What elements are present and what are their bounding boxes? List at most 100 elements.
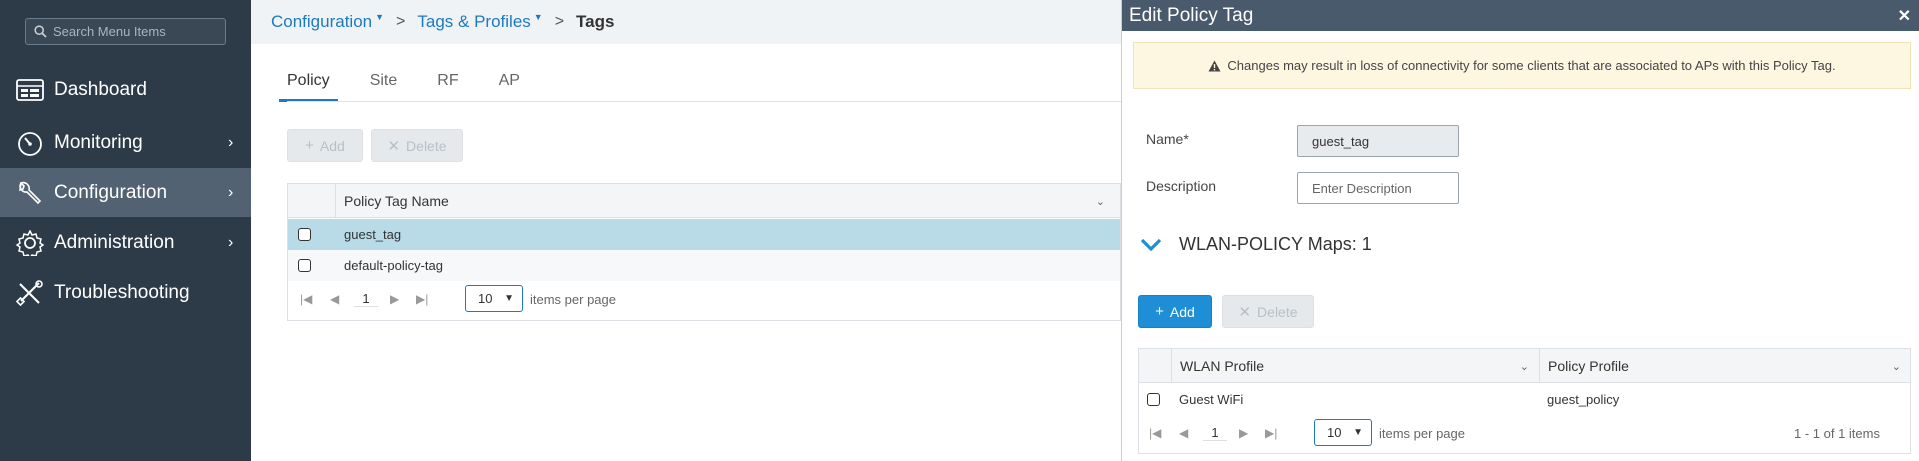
edit-policy-tag-panel: Edit Policy Tag ✕ Changes may result in … xyxy=(1121,0,1919,461)
page-size-select[interactable]: 10 ▼ xyxy=(465,285,523,312)
breadcrumb-configuration[interactable]: Configuration xyxy=(271,12,372,32)
chevron-right-icon: › xyxy=(228,133,234,151)
table-row[interactable]: guest_tag xyxy=(288,219,1120,250)
prev-page-icon[interactable]: ◀ xyxy=(1179,426,1188,440)
caret-down-icon[interactable]: ▼ xyxy=(375,12,384,22)
breadcrumb-separator: > xyxy=(396,13,406,30)
grid-pager: |◀ ◀ 1 ▶ ▶| 10 ▼ items per page xyxy=(288,281,1120,317)
gear-icon xyxy=(15,230,45,256)
add-button[interactable]: + Add xyxy=(287,129,363,162)
chevron-right-icon: › xyxy=(228,233,234,251)
items-per-page-label: items per page xyxy=(1379,425,1465,441)
name-label: Name* xyxy=(1146,131,1189,147)
sidebar-item-configuration[interactable]: Configuration › xyxy=(0,168,251,217)
tab-site[interactable]: Site xyxy=(370,72,398,102)
chevron-down-icon[interactable]: ⌄ xyxy=(1520,360,1529,373)
panel-title: Edit Policy Tag xyxy=(1129,4,1254,26)
chevron-down-icon[interactable] xyxy=(1140,238,1162,252)
policy-tag-name[interactable]: default-policy-tag xyxy=(344,258,443,273)
delete-button-label: Delete xyxy=(406,137,447,154)
section-title: WLAN-POLICY Maps: 1 xyxy=(1179,234,1372,254)
sidebar-item-label: Troubleshooting xyxy=(54,281,190,303)
chevron-right-icon: › xyxy=(228,183,234,201)
breadcrumb-current: Tags xyxy=(576,12,615,31)
policy-profile-cell[interactable]: guest_policy xyxy=(1547,392,1619,407)
caret-down-icon: ▼ xyxy=(504,293,514,304)
add-map-button[interactable]: + Add xyxy=(1138,295,1212,328)
wlan-profile-cell[interactable]: Guest WiFi xyxy=(1179,392,1243,407)
warning-banner: Changes may result in loss of connectivi… xyxy=(1133,42,1911,89)
close-icon: ✕ xyxy=(1238,303,1252,321)
add-button-label: Add xyxy=(319,137,345,154)
name-field[interactable] xyxy=(1297,125,1459,157)
column-header-wlan-profile[interactable]: WLAN Profile ⌄ xyxy=(1171,349,1539,383)
tools-icon xyxy=(15,280,43,306)
dashboard-icon xyxy=(16,79,44,101)
last-page-icon[interactable]: ▶| xyxy=(1265,426,1277,440)
wlan-policy-maps-section[interactable]: WLAN-POLICY Maps: 1 xyxy=(1140,234,1372,255)
delete-button-label: Delete xyxy=(1257,303,1298,320)
page-size-select[interactable]: 10 ▼ xyxy=(1314,419,1372,446)
search-menu-box[interactable] xyxy=(25,18,226,45)
close-icon: ✕ xyxy=(387,137,401,155)
first-page-icon[interactable]: |◀ xyxy=(300,292,312,306)
sidebar-item-label: Configuration xyxy=(54,181,168,203)
plus-icon: + xyxy=(1155,303,1164,320)
column-header-policy-profile[interactable]: Policy Profile ⌄ xyxy=(1539,349,1911,383)
panel-header: Edit Policy Tag ✕ xyxy=(1122,0,1919,31)
column-header-policy-tag-name[interactable]: Policy Tag Name ⌄ xyxy=(335,184,1115,218)
table-row[interactable]: default-policy-tag xyxy=(288,250,1120,281)
sidebar-item-label: Administration xyxy=(54,231,175,253)
tab-rf[interactable]: RF xyxy=(437,72,458,102)
caret-down-icon[interactable]: ▼ xyxy=(534,12,543,22)
add-button-label: Add xyxy=(1169,303,1195,320)
sidebar: Dashboard Monitoring › Configuration › A… xyxy=(0,0,251,461)
delete-map-button[interactable]: ✕ Delete xyxy=(1222,295,1314,328)
search-icon xyxy=(34,25,47,38)
chevron-down-icon[interactable]: ⌄ xyxy=(1096,195,1105,208)
close-icon[interactable]: ✕ xyxy=(1898,6,1911,26)
prev-page-icon[interactable]: ◀ xyxy=(330,292,339,306)
search-menu-input[interactable] xyxy=(53,24,223,39)
policy-tag-name[interactable]: guest_tag xyxy=(344,227,401,242)
gauge-icon xyxy=(18,132,42,156)
breadcrumb-tags-profiles[interactable]: Tags & Profiles xyxy=(417,12,530,32)
items-per-page-label: items per page xyxy=(530,291,616,307)
row-checkbox[interactable] xyxy=(298,228,311,241)
sidebar-item-administration[interactable]: Administration › xyxy=(0,218,251,267)
sidebar-item-monitoring[interactable]: Monitoring › xyxy=(0,118,251,167)
first-page-icon[interactable]: |◀ xyxy=(1149,426,1161,440)
next-page-icon[interactable]: ▶ xyxy=(390,292,399,306)
plus-icon: + xyxy=(305,137,314,154)
breadcrumb-separator: > xyxy=(554,13,565,30)
sidebar-item-dashboard[interactable]: Dashboard xyxy=(0,65,251,114)
table-row[interactable]: Guest WiFi guest_policy xyxy=(1139,384,1910,415)
warning-icon xyxy=(1208,60,1221,71)
tag-tabs: Policy Site RF AP xyxy=(279,72,560,102)
warning-text: Changes may result in loss of connectivi… xyxy=(1227,58,1836,73)
chevron-down-icon[interactable]: ⌄ xyxy=(1892,360,1901,373)
delete-button[interactable]: ✕ Delete xyxy=(371,129,463,162)
sidebar-item-troubleshooting[interactable]: Troubleshooting xyxy=(0,268,251,317)
tab-policy[interactable]: Policy xyxy=(279,72,338,102)
breadcrumb: Configuration ▼ > Tags & Profiles ▼ > Ta… xyxy=(251,0,1121,44)
description-field[interactable] xyxy=(1297,172,1459,204)
description-label: Description xyxy=(1146,178,1217,194)
last-page-icon[interactable]: ▶| xyxy=(416,292,428,306)
current-page[interactable]: 1 xyxy=(1203,425,1227,441)
wlan-policy-map-grid: WLAN Profile ⌄ Policy Profile ⌄ Guest Wi… xyxy=(1138,348,1911,454)
main-content: Configuration ▼ > Tags & Profiles ▼ > Ta… xyxy=(251,0,1121,461)
sidebar-item-label: Monitoring xyxy=(54,131,143,153)
row-checkbox[interactable] xyxy=(1147,393,1160,406)
caret-down-icon: ▼ xyxy=(1353,427,1363,438)
next-page-icon[interactable]: ▶ xyxy=(1239,426,1248,440)
policy-tag-grid: Policy Tag Name ⌄ guest_tag default-poli… xyxy=(287,183,1121,321)
row-checkbox[interactable] xyxy=(298,259,311,272)
pager-summary: 1 - 1 of 1 items xyxy=(1794,425,1880,441)
grid-header: WLAN Profile ⌄ Policy Profile ⌄ xyxy=(1139,349,1910,383)
current-page[interactable]: 1 xyxy=(354,291,378,307)
grid-pager: |◀ ◀ 1 ▶ ▶| 10 ▼ items per page 1 - 1 of… xyxy=(1139,415,1910,451)
tab-ap[interactable]: AP xyxy=(499,72,520,102)
tabs-divider xyxy=(287,101,1121,102)
wrench-icon xyxy=(19,181,42,205)
